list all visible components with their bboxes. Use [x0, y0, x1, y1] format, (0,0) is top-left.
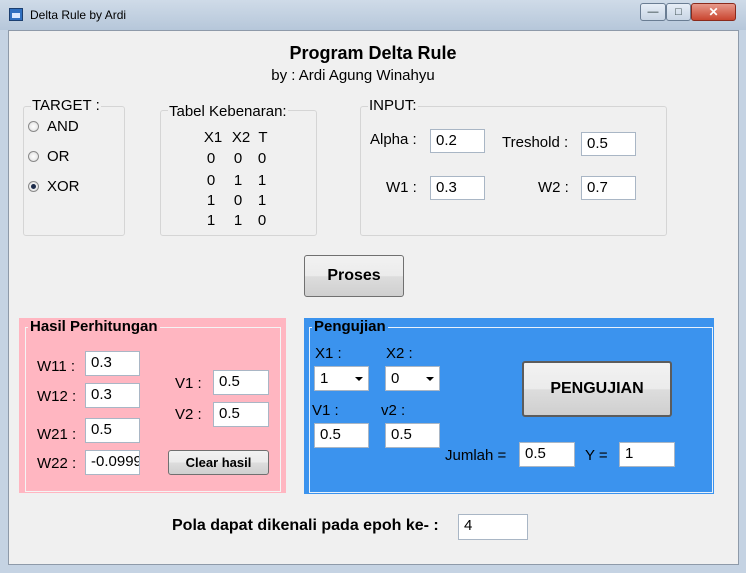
jumlah-label: Jumlah = [445, 447, 507, 464]
truth-cell: 1 [257, 192, 267, 209]
epoch-output[interactable]: 4 [458, 514, 528, 540]
radio-and[interactable]: AND [28, 118, 79, 135]
radio-and-circle[interactable] [28, 121, 39, 132]
hasil-v2-label: V2 : [175, 406, 202, 423]
window-title: Delta Rule by Ardi [30, 8, 127, 22]
truth-cell: 1 [206, 212, 216, 229]
y-label: Y = [585, 447, 608, 464]
truth-cell: 0 [233, 150, 243, 167]
alpha-label: Alpha : [370, 131, 417, 148]
truth-cell: 0 [233, 192, 243, 209]
minimize-button[interactable]: — [640, 3, 666, 21]
alpha-input[interactable]: 0.2 [430, 129, 485, 153]
truth-cell: 0 [206, 150, 216, 167]
truth-cell: 1 [233, 212, 243, 229]
w2-input[interactable]: 0.7 [581, 176, 636, 200]
w22-label: W22 : [37, 455, 77, 472]
w21-output[interactable]: 0.5 [85, 418, 140, 443]
hasil-v1-output[interactable]: 0.5 [213, 370, 269, 395]
hasil-v2-output[interactable]: 0.5 [213, 402, 269, 427]
close-button[interactable]: ✕ [691, 3, 736, 21]
input-group-label: INPUT: [368, 97, 418, 114]
w11-output[interactable]: 0.3 [85, 351, 140, 376]
hasil-group-label: Hasil Perhitungan [28, 318, 160, 335]
x1-label: X1 : [315, 345, 342, 362]
truth-cell: 1 [206, 192, 216, 209]
y-output[interactable]: 1 [619, 442, 675, 467]
epoch-label: Pola dapat dikenali pada epoh ke- : [172, 517, 439, 534]
x1-select[interactable]: 1 [314, 366, 369, 391]
pengujian-button[interactable]: PENGUJIAN [522, 361, 672, 417]
w11-label: W11 : [37, 358, 76, 375]
truth-cell: 1 [257, 172, 267, 189]
w1-label: W1 : [386, 179, 417, 196]
radio-or-circle[interactable] [28, 151, 39, 162]
x2-select[interactable]: 0 [385, 366, 440, 391]
page-title: Program Delta Rule [289, 43, 457, 63]
w22-output[interactable]: -0.0999 [85, 450, 140, 475]
chevron-down-icon[interactable] [426, 377, 434, 381]
w1-input[interactable]: 0.3 [430, 176, 485, 200]
jumlah-output[interactable]: 0.5 [519, 442, 575, 467]
x1-select-value: 1 [320, 370, 329, 387]
pengujian-v2-label: v2 : [381, 402, 406, 419]
radio-xor-label: XOR [47, 178, 80, 195]
radio-or-label: OR [47, 148, 70, 165]
truth-header-x2: X2 [231, 129, 251, 146]
clear-hasil-button[interactable]: Clear hasil [168, 450, 269, 475]
w12-output[interactable]: 0.3 [85, 383, 140, 408]
w12-label: W12 : [37, 388, 77, 405]
app-window-icon [9, 8, 23, 21]
pengujian-v2-output[interactable]: 0.5 [385, 423, 440, 448]
radio-and-label: AND [47, 118, 79, 135]
chevron-down-icon[interactable] [355, 377, 363, 381]
radio-xor-circle[interactable] [28, 181, 39, 192]
pengujian-v1-output[interactable]: 0.5 [314, 423, 369, 448]
hasil-v1-label: V1 : [175, 375, 202, 392]
treshold-input[interactable]: 0.5 [581, 132, 636, 156]
w2-label: W2 : [538, 179, 569, 196]
treshold-label: Treshold : [502, 134, 569, 151]
truth-cell: 0 [206, 172, 216, 189]
pengujian-group-label: Pengujian [312, 318, 388, 335]
truth-header-t: T [258, 129, 268, 146]
truth-cell: 0 [257, 212, 267, 229]
pengujian-v1-label: V1 : [312, 402, 339, 419]
x2-select-value: 0 [391, 370, 400, 387]
truth-table-label: Tabel Kebenaran: [168, 103, 288, 120]
truth-cell: 0 [257, 150, 267, 167]
x2-label: X2 : [386, 345, 413, 362]
truth-header-x1: X1 [203, 129, 223, 146]
window-border-left [0, 30, 8, 565]
w21-label: W21 : [37, 426, 77, 443]
proses-button[interactable]: Proses [304, 255, 404, 297]
radio-or[interactable]: OR [28, 148, 70, 165]
truth-cell: 1 [233, 172, 243, 189]
window-border-bottom [0, 565, 746, 573]
radio-xor[interactable]: XOR [28, 178, 80, 195]
target-group-label: TARGET : [31, 97, 101, 114]
maximize-button[interactable]: □ [666, 3, 691, 21]
input-group [360, 106, 667, 236]
window-border-right [739, 30, 746, 573]
author-subtitle: by : Ardi Agung Winahyu [271, 67, 435, 84]
